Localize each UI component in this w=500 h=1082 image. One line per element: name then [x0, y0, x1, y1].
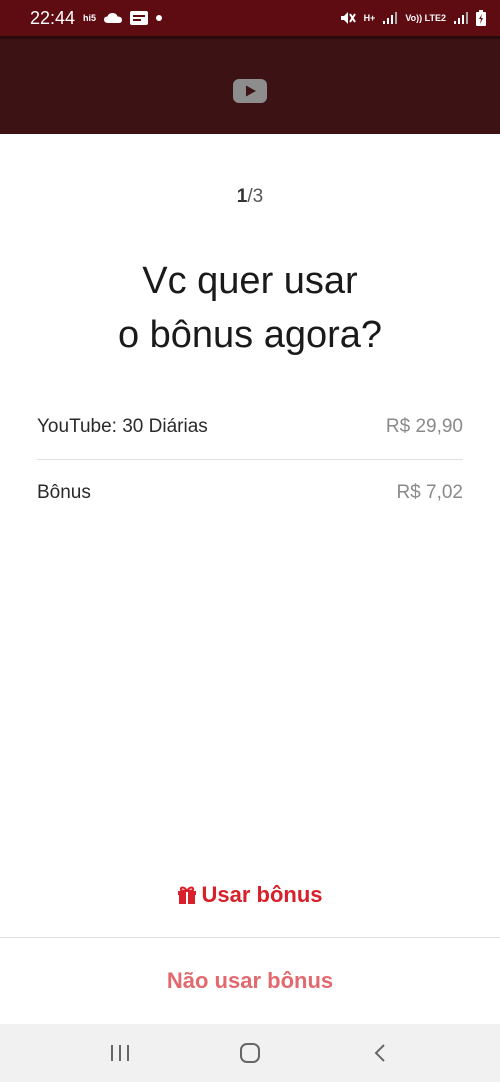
youtube-play-icon[interactable] [233, 79, 267, 103]
hi5-icon: hi5 [83, 13, 97, 23]
status-time: 22:44 [30, 7, 76, 28]
gift-icon [178, 886, 197, 904]
step-current: 1 [236, 186, 248, 207]
recent-apps-icon[interactable] [105, 1038, 135, 1068]
home-icon[interactable] [235, 1038, 265, 1068]
cloud-icon [104, 12, 123, 24]
status-left: 22:44 hi5 [30, 7, 163, 29]
line-item-label: YouTube: 30 Diárias [37, 415, 208, 437]
title-line-1: Vc quer usar [142, 260, 358, 302]
use-bonus-label: Usar bônus [201, 882, 323, 907]
back-icon[interactable] [365, 1038, 395, 1068]
title-line-2: o bônus agora? [117, 314, 383, 356]
video-header [0, 36, 500, 134]
line-item-bonus: Bônus R$ 7,02 [37, 460, 463, 526]
line-item-label: Bônus [37, 482, 91, 503]
mute-icon [340, 11, 356, 25]
divider [0, 937, 500, 938]
no-bonus-label: Não usar bônus [166, 968, 334, 993]
step-indicator: 1/3 [0, 186, 500, 208]
no-bonus-button[interactable]: Não usar bônus [0, 958, 500, 1004]
status-right: H+ Vo)) LTE2 [340, 10, 486, 26]
line-item-value: R$ 7,02 [396, 482, 463, 503]
status-bar: 22:44 hi5 H+ Vo)) LTE2 [0, 0, 500, 36]
signal-icon [383, 12, 398, 24]
line-item-youtube: YouTube: 30 Diárias R$ 29,90 [37, 394, 463, 460]
net-type-1: H+ [363, 13, 376, 23]
signal-icon [454, 12, 468, 24]
net-type-2: Vo)) LTE2 [405, 13, 446, 23]
system-nav-bar [0, 1024, 500, 1082]
line-item-value: R$ 29,90 [385, 415, 463, 437]
page-title: Vc quer usar o bônus agora? [0, 254, 500, 362]
notification-icon [130, 11, 149, 25]
dot-icon [156, 15, 163, 21]
use-bonus-button[interactable]: Usar bônus [0, 872, 500, 918]
step-total: /3 [247, 186, 264, 207]
battery-charging-icon [476, 10, 486, 26]
